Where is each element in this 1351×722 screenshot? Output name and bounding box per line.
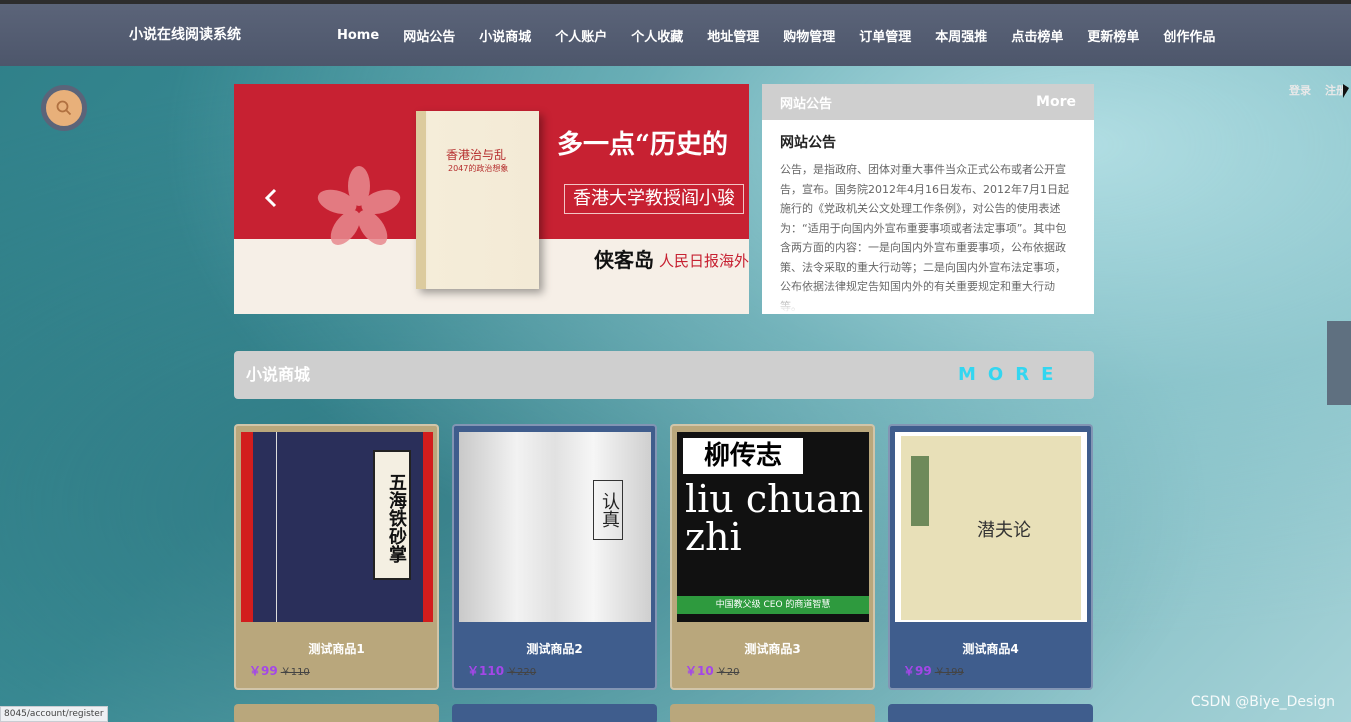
product-card-partial[interactable] (888, 704, 1093, 722)
banner-slogan: 多一点“历史的 (557, 130, 728, 160)
product-name[interactable]: 测试商品3 (672, 640, 873, 657)
product-card-partial[interactable] (452, 704, 657, 722)
login-link[interactable]: 登录 (1289, 82, 1311, 98)
status-bar-url: 8045/account/register (0, 706, 108, 722)
product-price: ￥99 ￥199 (903, 662, 964, 679)
product-name[interactable]: 测试商品2 (454, 640, 655, 657)
cover-english-title: liu chuan zhi (685, 477, 864, 559)
cover-binding (263, 432, 277, 622)
original-price: ￥20 (716, 667, 740, 678)
cover-title: 认真 (593, 480, 623, 540)
bauhinia-flower-icon (317, 166, 401, 246)
mouse-cursor (1343, 84, 1349, 98)
product-price: ￥110 ￥220 (467, 662, 536, 679)
banner-logo: 侠客岛 (594, 248, 654, 272)
announcement-header-title: 网站公告 (780, 96, 833, 112)
chevron-left-icon[interactable] (264, 188, 278, 213)
product-cover[interactable]: 柳传志 liu chuan zhi 中国教父级 CEO 的商道智慧 (677, 432, 869, 622)
announcement-more-link[interactable]: More (1036, 94, 1076, 110)
search-icon (56, 100, 72, 116)
product-price: ￥10 ￥20 (685, 662, 739, 679)
current-price: ￥10 (685, 664, 714, 678)
nav-cart[interactable]: 购物管理 (771, 26, 847, 45)
search-button[interactable] (41, 85, 87, 131)
original-price: ￥110 (280, 667, 310, 678)
nav-click-ranking[interactable]: 点击榜单 (999, 26, 1075, 45)
section-title: 小说商城 (246, 365, 311, 384)
banner-carousel[interactable]: 香港治与乱 2047的政治想象 多一点“历史的 香港大学教授阎小骏 侠客岛 人民… (234, 84, 749, 314)
banner-book-title: 香港治与乱 (446, 148, 507, 162)
nav-novel-store[interactable]: 小说商城 (467, 26, 543, 45)
cover-title: 五海铁砂掌 (373, 450, 411, 580)
site-brand[interactable]: 小说在线阅读系统 (129, 4, 241, 66)
auth-links: 登录 注册 (1289, 82, 1347, 98)
nav-address[interactable]: 地址管理 (695, 26, 771, 45)
product-card-partial[interactable] (670, 704, 875, 722)
side-floating-tab[interactable] (1327, 321, 1351, 405)
product-card-partial[interactable] (234, 704, 439, 722)
nav-home[interactable]: Home (325, 28, 391, 43)
announcement-fade (762, 286, 1094, 314)
product-cover[interactable]: 五海铁砂掌 (241, 432, 433, 622)
original-price: ￥199 (934, 667, 964, 678)
nav-account[interactable]: 个人账户 (543, 26, 619, 45)
announcement-panel: 网站公告 More 网站公告 公告，是指政府、团体对重大事件当众正式公布或者公开… (762, 84, 1094, 314)
nav-create-works[interactable]: 创作作品 (1151, 26, 1227, 45)
banner-logo-secondary: 人民日报海外 (659, 252, 749, 270)
nav-weekly-picks[interactable]: 本周强推 (923, 26, 999, 45)
product-cover[interactable]: 潜夫论 (895, 432, 1087, 622)
product-name[interactable]: 测试商品4 (890, 640, 1091, 657)
nav-announcements[interactable]: 网站公告 (391, 26, 467, 45)
top-navigation-bar: 小说在线阅读系统 Home 网站公告 小说商城 个人账户 个人收藏 地址管理 购… (0, 4, 1351, 66)
cover-book: 潜夫论 (901, 436, 1081, 620)
current-price: ￥99 (249, 664, 278, 678)
banner-book: 香港治与乱 2047的政治想象 (416, 111, 539, 289)
product-card[interactable]: 五海铁砂掌 测试商品1 ￥99 ￥110 (234, 424, 439, 690)
book-spine (416, 111, 426, 289)
cover-title: 潜夫论 (977, 520, 1031, 541)
nav-favorites[interactable]: 个人收藏 (619, 26, 695, 45)
product-card[interactable]: 认真 测试商品2 ￥110 ￥220 (452, 424, 657, 690)
nav-update-ranking[interactable]: 更新榜单 (1075, 26, 1151, 45)
announcement-title[interactable]: 网站公告 (780, 132, 1094, 152)
main-nav: Home 网站公告 小说商城 个人账户 个人收藏 地址管理 购物管理 订单管理 … (325, 4, 1227, 66)
banner-subtitle: 香港大学教授阎小骏 (564, 184, 744, 214)
section-more-link[interactable]: MORE (958, 351, 1065, 399)
cover-book: 五海铁砂掌 (253, 432, 423, 622)
product-price: ￥99 ￥110 (249, 662, 310, 679)
banner-book-subtitle: 2047的政治想象 (448, 164, 509, 173)
current-price: ￥110 (467, 664, 505, 678)
product-card[interactable]: 柳传志 liu chuan zhi 中国教父级 CEO 的商道智慧 测试商品3 … (670, 424, 875, 690)
announcement-header: 网站公告 More (762, 84, 1094, 120)
cover-tagline: 中国教父级 CEO 的商道智慧 (677, 596, 869, 614)
product-name[interactable]: 测试商品1 (236, 640, 437, 657)
current-price: ￥99 (903, 664, 932, 678)
watermark: CSDN @Biye_Design (1190, 694, 1335, 710)
nav-orders[interactable]: 订单管理 (847, 26, 923, 45)
cover-side-label (911, 456, 929, 526)
product-cover[interactable]: 认真 (459, 432, 651, 622)
novel-store-section-header: 小说商城 MORE (234, 351, 1094, 399)
cover-title: 柳传志 (683, 438, 803, 474)
original-price: ￥220 (507, 667, 537, 678)
product-card[interactable]: 潜夫论 测试商品4 ￥99 ￥199 (888, 424, 1093, 690)
